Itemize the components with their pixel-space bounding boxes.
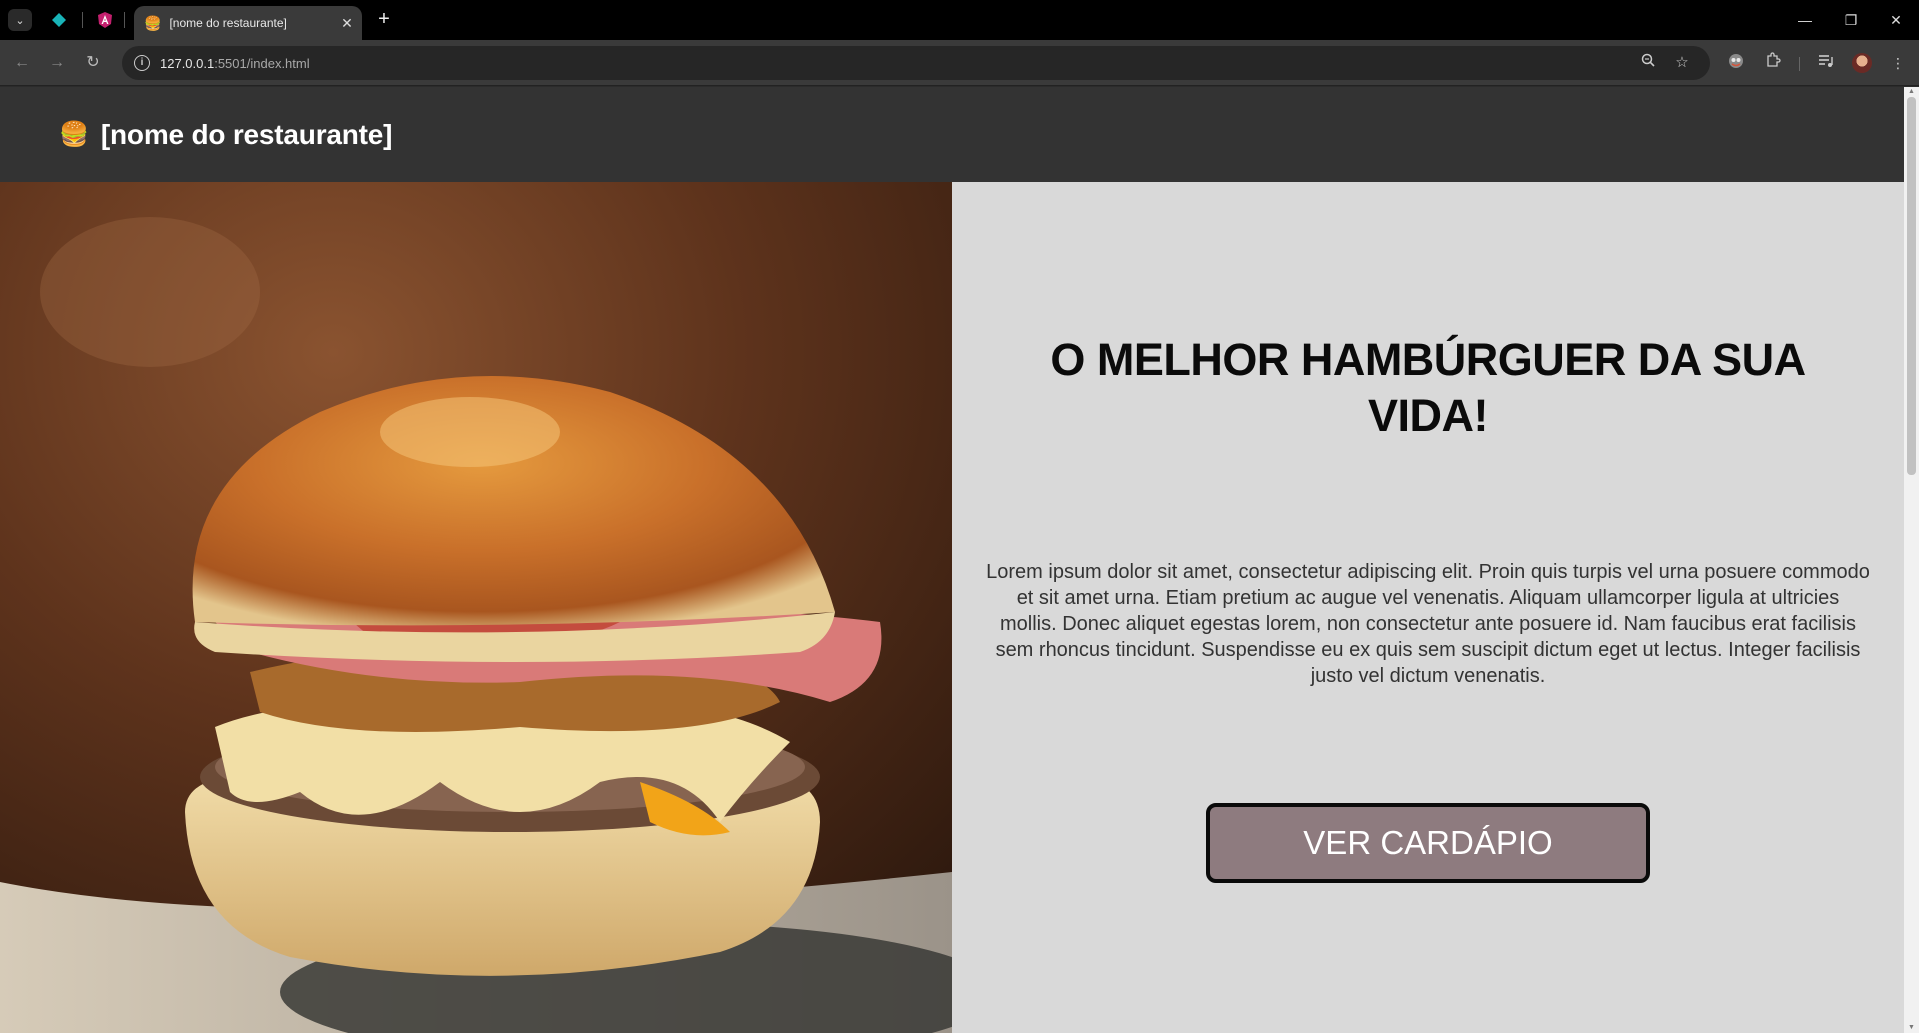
more-menu-icon[interactable]: ⋮ xyxy=(1887,52,1909,74)
pinned-tab-2[interactable] xyxy=(95,10,115,30)
diamond-app-icon xyxy=(52,13,66,27)
scroll-up-arrow-icon[interactable]: ▲ xyxy=(1907,88,1916,96)
url-path: :5501/index.html xyxy=(214,55,310,71)
burger-photo xyxy=(0,182,952,1033)
back-arrow-icon[interactable]: ← xyxy=(10,51,34,75)
active-tab[interactable]: 🍔 [nome do restaurante] ✕ xyxy=(134,6,362,40)
close-tab-icon[interactable]: ✕ xyxy=(336,15,358,32)
angular-app-icon xyxy=(98,12,112,28)
forward-arrow-icon[interactable]: → xyxy=(45,51,69,75)
hero-description: Lorem ipsum dolor sit amet, consectetur … xyxy=(986,561,1870,687)
restaurant-name: [nome do restaurante] xyxy=(100,118,393,150)
minimize-icon[interactable]: — xyxy=(1790,8,1820,32)
tab-strip: ⌄ 🍔 [nome do restaurante] ✕ + — ❐ ✕ xyxy=(0,0,1919,40)
site-header: 🍔 [nome do restaurante] xyxy=(0,87,1904,182)
media-control-icon[interactable] xyxy=(1815,52,1837,74)
chevron-down-icon: ⌄ xyxy=(15,14,25,27)
vertical-scrollbar[interactable]: ▲ ▼ xyxy=(1904,87,1919,1033)
burger-logo-icon: 🍔 xyxy=(59,121,89,148)
tab-search-button[interactable]: ⌄ xyxy=(8,9,32,31)
hero-headline: O MELHOR HAMBÚRGUER DA SUA VIDA! xyxy=(1050,334,1806,441)
toolbar-divider xyxy=(1799,57,1800,71)
hero-content: O MELHOR HAMBÚRGUER DA SUA VIDA! Lorem i… xyxy=(952,182,1904,1033)
restore-icon[interactable]: ❐ xyxy=(1836,8,1866,32)
scroll-thumb[interactable] xyxy=(1907,97,1916,475)
tab-divider xyxy=(82,12,83,28)
burger-favicon-icon: 🍔 xyxy=(144,14,162,31)
site-info-icon[interactable]: i xyxy=(134,55,150,71)
bookmark-star-icon[interactable]: ☆ xyxy=(1672,53,1692,73)
profile-avatar[interactable] xyxy=(1852,53,1872,73)
close-window-icon[interactable]: ✕ xyxy=(1881,8,1911,32)
view-menu-button[interactable]: VER CARDÁPIO xyxy=(1206,803,1650,883)
burger-image xyxy=(0,182,952,1033)
tab-title: [nome do restaurante] xyxy=(169,16,287,30)
address-bar[interactable]: i 127.0.0.1:5501/index.html ☆ xyxy=(122,46,1710,80)
reload-icon[interactable]: ↻ xyxy=(81,51,105,75)
url-text: 127.0.0.1:5501/index.html xyxy=(160,56,310,71)
pinned-tab-1[interactable] xyxy=(49,10,69,30)
new-tab-button[interactable]: + xyxy=(372,8,396,32)
tab-divider xyxy=(124,12,125,28)
puzzle-extensions-icon[interactable] xyxy=(1762,52,1784,74)
scroll-down-arrow-icon[interactable]: ▼ xyxy=(1907,1024,1916,1032)
extension-icon[interactable] xyxy=(1725,52,1747,74)
browser-toolbar: ← → ↻ i 127.0.0.1:5501/index.html ☆ ⋮ xyxy=(0,40,1919,86)
page-viewport: 🍔 [nome do restaurante] O MELHOR HAMBÚRG… xyxy=(0,87,1904,1033)
zoom-icon[interactable] xyxy=(1638,53,1658,73)
url-host: 127.0.0.1 xyxy=(160,55,215,71)
